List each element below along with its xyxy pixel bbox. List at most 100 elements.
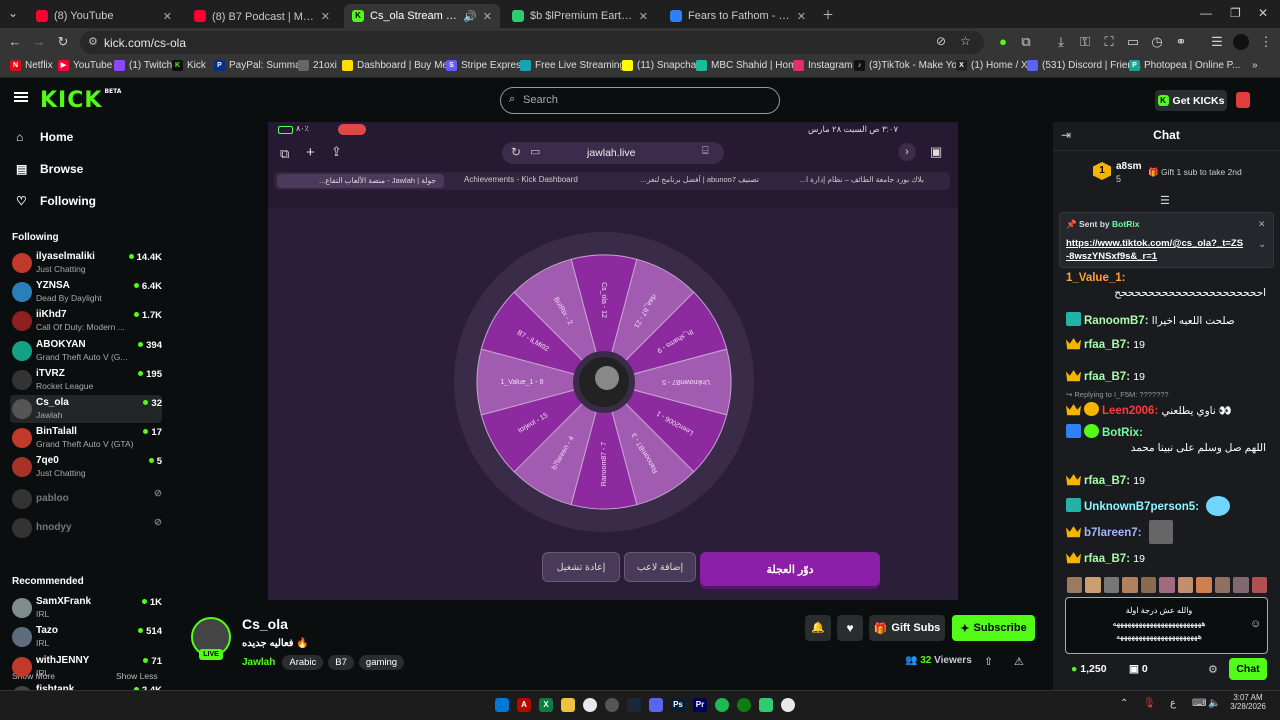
bookmark[interactable]: (11) Snapchat xyxy=(622,60,699,71)
pinned-sender[interactable]: BotRix xyxy=(1112,219,1139,229)
bookmark[interactable]: S Stripe Express xyxy=(446,60,526,71)
chat-username[interactable]: BotRix xyxy=(1102,427,1139,439)
bookmark[interactable]: X (1) Home / X xyxy=(956,60,1028,71)
close-icon[interactable]: ✕ xyxy=(321,10,330,23)
close-icon[interactable]: ✕ xyxy=(163,10,172,23)
forward-icon[interactable]: → xyxy=(31,34,47,50)
chrome-icon[interactable] xyxy=(781,698,795,712)
language-indicator[interactable]: ع xyxy=(1170,698,1176,709)
emote[interactable] xyxy=(1085,577,1101,593)
following-channel[interactable]: iTVRZ Rocket League 195 xyxy=(10,366,162,394)
browser-tab[interactable]: (8) YouTube ✕ xyxy=(28,4,180,28)
bookmark[interactable]: Dashboard | Buy Me... xyxy=(342,60,456,71)
emote[interactable] xyxy=(1251,577,1267,593)
profile-avatar[interactable] xyxy=(1233,34,1249,50)
unpin-icon[interactable]: ✕ xyxy=(1258,219,1266,230)
nav-browse[interactable]: ▤ Browse xyxy=(16,162,83,176)
mic-icon[interactable]: 🎙 xyxy=(1143,698,1156,709)
eye-off-icon[interactable]: ⊘ xyxy=(936,34,946,48)
chat-username[interactable]: b7lareen7 xyxy=(1084,527,1138,539)
emoji-icon[interactable]: ☺ xyxy=(1250,618,1261,630)
app-icon[interactable] xyxy=(759,698,773,712)
bookmark[interactable]: MBC Shahid | Home xyxy=(696,60,802,71)
bookmark[interactable]: (531) Discord | Frien... xyxy=(1027,60,1141,71)
tag[interactable]: Arabic xyxy=(282,655,324,670)
close-window-button[interactable]: ✕ xyxy=(1258,6,1268,20)
chat-username[interactable]: 1_Value_1 xyxy=(1066,272,1122,284)
channel-name[interactable]: Cs_ola xyxy=(242,616,288,632)
steam-icon[interactable] xyxy=(627,698,641,712)
chat-username[interactable]: rfaa_B7 xyxy=(1084,553,1126,565)
address-bar[interactable]: ⚙ kick.com/cs-ola ⊘ ☆ xyxy=(80,31,984,54)
link-icon[interactable]: ⚭ xyxy=(1173,34,1189,50)
search-input[interactable]: ⌕ Search xyxy=(500,87,780,114)
excel-icon[interactable]: X xyxy=(539,698,553,712)
recommended-channel[interactable]: withJENNY IRL 71 xyxy=(10,653,162,681)
xbox-icon[interactable] xyxy=(737,698,751,712)
subscribe-button[interactable]: ✦ Subscribe xyxy=(952,615,1035,641)
channel-points[interactable]: ● 1,250 xyxy=(1071,663,1107,675)
reload-icon[interactable]: ↻ xyxy=(55,34,71,50)
offline-channel[interactable]: pabloo ⊘ xyxy=(10,485,162,513)
chevron-down-icon[interactable]: ⌄ xyxy=(1258,239,1266,250)
add-player-button[interactable]: إضافة لاعب xyxy=(624,552,696,582)
nav-following[interactable]: ♡ Following xyxy=(16,194,96,208)
gift-subs-button[interactable]: 🎁 Gift Subs xyxy=(869,615,945,641)
folder-icon[interactable] xyxy=(561,698,575,712)
chrome-icon[interactable] xyxy=(583,698,597,712)
top-gifter-name[interactable]: a8sm xyxy=(1116,161,1142,172)
chat-input[interactable]: والله عش درجة اولة ههههههههههههههههههههه… xyxy=(1065,597,1268,654)
bookmark[interactable]: ▶ YouTube xyxy=(58,60,112,71)
tag[interactable]: B7 xyxy=(328,655,354,670)
recommended-channel[interactable]: Tazo IRL 514 xyxy=(10,623,162,651)
spotify-icon[interactable] xyxy=(715,698,729,712)
emote[interactable] xyxy=(1122,577,1138,593)
category-link[interactable]: Jawlah xyxy=(242,657,275,668)
bookmark[interactable]: P PayPal: Summary xyxy=(214,60,309,71)
nav-home[interactable]: ⌂ Home xyxy=(16,130,73,144)
history-icon[interactable]: ◷ xyxy=(1149,34,1165,50)
tray-chevron-icon[interactable]: ⌃ xyxy=(1120,698,1128,709)
emote[interactable] xyxy=(1067,577,1083,593)
close-icon[interactable]: ✕ xyxy=(797,10,806,23)
send-chat-button[interactable]: Chat xyxy=(1229,658,1267,680)
chat-username[interactable]: rfaa_B7 xyxy=(1084,371,1126,383)
translate-icon[interactable]: ⛶ xyxy=(1101,34,1117,50)
site-info-icon[interactable]: ⚙ xyxy=(88,35,98,48)
close-icon[interactable]: ✕ xyxy=(483,10,492,23)
bookmark[interactable]: P Photopea | Online P... xyxy=(1129,60,1240,71)
bookmark[interactable]: Instagram xyxy=(793,60,852,71)
minimize-button[interactable]: — xyxy=(1200,6,1212,20)
bookmark[interactable]: 21oxi xyxy=(298,60,337,71)
discord-icon[interactable] xyxy=(649,698,663,712)
photoshop-icon[interactable]: Ps xyxy=(671,698,685,712)
get-kicks-button[interactable]: K Get KICKs xyxy=(1155,90,1227,111)
tab-search-icon[interactable]: ⌄ xyxy=(8,6,18,20)
bookmark[interactable]: N Netflix xyxy=(10,60,53,71)
download-icon[interactable]: ⤓ xyxy=(1053,34,1069,50)
emote[interactable] xyxy=(1140,577,1157,593)
notification-bell-button[interactable]: 🔔 xyxy=(805,615,831,641)
extension-icon[interactable]: ● xyxy=(995,34,1011,50)
browser-tab[interactable]: Fears to Fathom - Home Alone ✕ xyxy=(662,4,814,28)
following-channel[interactable]: YZNSA Dead By Daylight 6.4K xyxy=(10,278,162,306)
report-icon[interactable]: ⚠ xyxy=(1014,655,1024,668)
spin-wheel-button[interactable]: دوّر العجلة xyxy=(700,552,880,586)
following-channel[interactable]: ABOKYAN Grand Theft Auto V (G... 394 xyxy=(10,337,162,365)
emote[interactable] xyxy=(1233,577,1249,593)
pin-toggle-icon[interactable]: ☰ xyxy=(1160,194,1170,207)
network-icon[interactable]: ⌨ xyxy=(1192,698,1206,709)
new-tab-button[interactable]: ＋ xyxy=(822,6,834,23)
maximize-button[interactable]: ❐ xyxy=(1230,6,1241,20)
chat-username[interactable]: Leen2006 xyxy=(1102,405,1154,417)
browser-tab-active[interactable]: K Cs_ola Stream - Watch Live 🔊 ✕ xyxy=(344,4,500,28)
reading-list-icon[interactable]: ☰ xyxy=(1209,34,1225,50)
speaker-icon[interactable]: 🔊 xyxy=(463,10,477,23)
acrobat-icon[interactable]: A xyxy=(517,698,531,712)
chat-username[interactable]: UnknownB7person5 xyxy=(1084,501,1195,513)
offline-channel[interactable]: hnodyy ⊘ xyxy=(10,514,162,542)
follow-button[interactable]: ♥ xyxy=(837,615,863,641)
following-channel[interactable]: Cs_ola Jawlah 32 xyxy=(10,395,162,423)
browser-tab[interactable]: (8) B7 Podcast | Minecraft | ٩ ... ت ✕ xyxy=(186,4,338,28)
restart-button[interactable]: إعادة تشغيل xyxy=(542,552,620,582)
